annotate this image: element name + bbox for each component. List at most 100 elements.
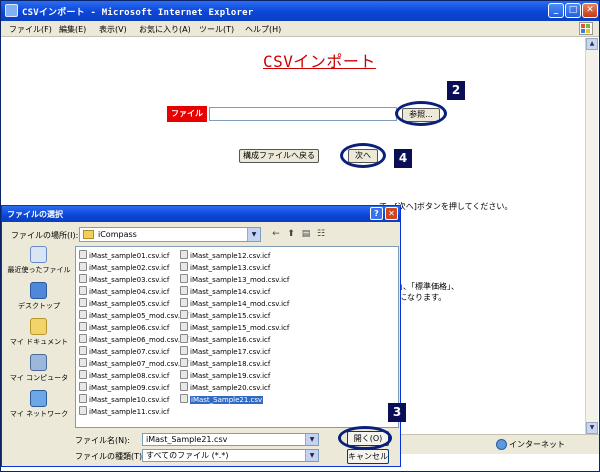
file-name: iMast_sample04.csv.icf (89, 288, 170, 296)
dialog-title: ファイルの選択 (7, 210, 63, 219)
my-computer-icon (30, 354, 47, 371)
place-desktop-label: デスクトップ (18, 302, 60, 310)
look-in-dropdown[interactable]: iCompass ▼ (79, 227, 261, 242)
file-item[interactable]: iMast_sample10.csv.icf (79, 394, 169, 405)
place-recent[interactable]: 最近使ったファイル (6, 246, 72, 280)
file-list[interactable]: iMast_sample01.csv.icf iMast_sample02.cs… (75, 246, 399, 428)
file-name: iMast_sample03.csv.icf (89, 276, 170, 284)
file-label: ファイル (167, 106, 207, 122)
file-item-selected[interactable]: iMast_Sample21.csv (180, 394, 264, 405)
annotation-circle-browse (395, 101, 447, 126)
file-name: iMast_sample15_mod.csv.icf (190, 324, 290, 332)
file-icon (79, 394, 87, 403)
ie-titlebar: CSVインポート - Microsoft Internet Explorer _… (1, 1, 599, 21)
file-icon (180, 382, 188, 391)
scroll-down-icon[interactable]: ▼ (586, 422, 598, 434)
menu-help[interactable]: ヘルプ(H) (245, 24, 281, 35)
file-name: iMast_sample16.csv.icf (190, 336, 271, 344)
minimize-button[interactable]: _ (548, 3, 564, 18)
file-item[interactable]: iMast_sample20.csv.icf (180, 382, 270, 393)
back-to-config-button[interactable]: 構成ファイルへ戻る (239, 149, 319, 163)
scroll-up-icon[interactable]: ▲ (586, 38, 598, 50)
file-item[interactable]: iMast_sample07.csv.icf (79, 346, 169, 357)
note-text-line1: 」、「標準価格」、 (399, 282, 459, 291)
filetype-dropdown[interactable]: すべてのファイル (*.*) ▼ (142, 449, 319, 462)
cancel-button[interactable]: キャンセル (347, 449, 389, 464)
note-text-line2: になります。 (399, 293, 447, 302)
file-item[interactable]: iMast_sample05_mod.csv.icf (79, 310, 188, 321)
file-item[interactable]: iMast_sample03.csv.icf (79, 274, 169, 285)
file-icon (180, 370, 188, 379)
file-item[interactable]: iMast_sample18.csv.icf (180, 358, 270, 369)
file-item[interactable]: iMast_sample07_mod.csv.icf (79, 358, 188, 369)
file-item[interactable]: iMast_sample06_mod.csv.icf (79, 334, 188, 345)
file-name: iMast_sample13_mod.csv.icf (190, 276, 290, 284)
chevron-down-icon[interactable]: ▼ (305, 450, 318, 461)
up-folder-icon[interactable]: ⬆ (285, 228, 297, 240)
chevron-down-icon[interactable]: ▼ (247, 228, 260, 241)
dialog-help-button[interactable]: ? (370, 207, 383, 220)
file-path-input[interactable] (209, 107, 397, 121)
desktop-icon (30, 282, 47, 299)
file-item[interactable]: iMast_sample06.csv.icf (79, 322, 169, 333)
annotation-badge-4: 4 (394, 149, 412, 168)
file-name: iMast_Sample21.csv (190, 396, 264, 404)
ie-window-title: CSVインポート - Microsoft Internet Explorer (22, 8, 254, 18)
file-item[interactable]: iMast_sample15.csv.icf (180, 310, 270, 321)
file-icon (180, 250, 188, 259)
recent-documents-icon (30, 246, 47, 263)
place-my-documents[interactable]: マイ ドキュメント (6, 318, 72, 352)
file-item[interactable]: iMast_sample13_mod.csv.icf (180, 274, 289, 285)
file-item[interactable]: iMast_sample17.csv.icf (180, 346, 270, 357)
file-item[interactable]: iMast_sample16.csv.icf (180, 334, 270, 345)
annotation-badge-3: 3 (388, 403, 406, 422)
place-my-network[interactable]: マイ ネットワーク (6, 390, 72, 424)
file-item[interactable]: iMast_sample01.csv.icf (79, 250, 169, 261)
file-icon (180, 394, 188, 403)
file-name: iMast_sample12.csv.icf (190, 252, 271, 260)
file-item[interactable]: iMast_sample05.csv.icf (79, 298, 169, 309)
file-item[interactable]: iMast_sample02.csv.icf (79, 262, 169, 273)
file-item[interactable]: iMast_sample13.csv.icf (180, 262, 270, 273)
vertical-scrollbar[interactable]: ▲ ▼ (585, 38, 598, 434)
menu-bar: ファイル(F) 編集(E) 表示(V) お気に入り(A) ツール(T) ヘルプ(… (1, 21, 599, 37)
file-icon (79, 346, 87, 355)
place-recent-label: 最近使ったファイル (7, 266, 71, 274)
file-name: iMast_sample05.csv.icf (89, 300, 170, 308)
place-desktop[interactable]: デスクトップ (6, 282, 72, 316)
new-folder-icon[interactable]: ▤ (300, 228, 312, 240)
file-name: iMast_sample14_mod.csv.icf (190, 300, 290, 308)
file-icon (79, 406, 87, 415)
file-item[interactable]: iMast_sample12.csv.icf (180, 250, 270, 261)
place-my-network-label: マイ ネットワーク (9, 410, 69, 418)
file-item[interactable]: iMast_sample14_mod.csv.icf (180, 298, 289, 309)
file-item[interactable]: iMast_sample08.csv.icf (79, 370, 169, 381)
file-icon (180, 358, 188, 367)
view-menu-icon[interactable]: ☷ (315, 228, 327, 240)
place-my-computer[interactable]: マイ コンピュータ (6, 354, 72, 388)
my-network-icon (30, 390, 47, 407)
annotation-circle-open (338, 426, 392, 450)
file-item[interactable]: iMast_sample09.csv.icf (79, 382, 169, 393)
file-name: iMast_sample10.csv.icf (89, 396, 170, 404)
file-open-dialog: ファイルの選択 ? ✕ ファイルの場所(I): iCompass ▼ ← ⬆ ▤… (1, 205, 401, 467)
menu-tools[interactable]: ツール(T) (199, 24, 234, 35)
close-button[interactable]: ✕ (582, 3, 598, 18)
file-item[interactable]: iMast_sample15_mod.csv.icf (180, 322, 289, 333)
dialog-close-button[interactable]: ✕ (385, 207, 398, 220)
file-item[interactable]: iMast_sample19.csv.icf (180, 370, 270, 381)
chevron-down-icon[interactable]: ▼ (305, 434, 318, 445)
menu-favorites[interactable]: お気に入り(A) (139, 24, 191, 35)
menu-file[interactable]: ファイル(F) (9, 24, 52, 35)
file-icon (79, 262, 87, 271)
file-item[interactable]: iMast_sample04.csv.icf (79, 286, 169, 297)
ie-page-icon (5, 4, 18, 17)
file-item[interactable]: iMast_sample11.csv.icf (79, 406, 169, 417)
file-item[interactable]: iMast_sample14.csv.icf (180, 286, 270, 297)
file-icon (79, 370, 87, 379)
menu-edit[interactable]: 編集(E) (59, 24, 86, 35)
maximize-button[interactable]: □ (565, 3, 581, 18)
back-arrow-icon[interactable]: ← (270, 228, 282, 240)
filename-input[interactable]: iMast_Sample21.csv ▼ (142, 433, 319, 446)
menu-view[interactable]: 表示(V) (99, 24, 127, 35)
